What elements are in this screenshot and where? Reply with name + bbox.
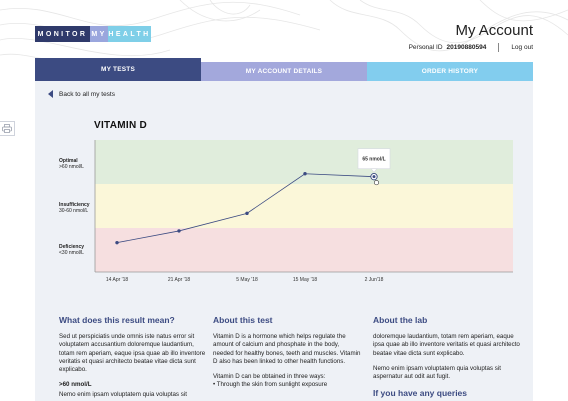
about-lab-section: About the lab doloremque laudantium, tot…	[373, 315, 523, 401]
zone-range-optimal: >60 nmol/L	[59, 164, 84, 170]
about-test-bullet: • Through the skin from sunlight exposur…	[213, 381, 328, 389]
data-point[interactable]	[372, 175, 376, 179]
about-lab-text-2: Nemo enim ipsam voluptatem quia voluptas…	[373, 364, 501, 381]
back-arrow-icon	[48, 90, 53, 98]
printer-icon	[2, 124, 12, 133]
logout-link[interactable]: Log out	[511, 44, 533, 51]
result-text: Sed ut perspiciatis unde omnis iste natu…	[59, 333, 206, 374]
info-columns: What does this result mean? Sed ut persp…	[59, 315, 529, 401]
print-button[interactable]	[0, 121, 15, 136]
x-tick-label: 21 Apr '18	[168, 277, 191, 283]
zone-insufficiency-band	[95, 184, 513, 228]
queries-heading[interactable]: If you have any queries	[373, 388, 523, 398]
page-title: My Account	[455, 22, 533, 39]
zone-range-deficiency: <30 nmol/L	[59, 250, 84, 256]
personal-id-value: 20190880594	[446, 44, 487, 51]
pointer-cursor-icon	[373, 180, 379, 186]
zone-optimal-band	[95, 140, 513, 184]
x-tick-label: 5 May '18	[236, 277, 258, 283]
x-tick-label: 15 May '18	[293, 277, 318, 283]
tooltip-label: 65 nmol/L	[362, 157, 385, 163]
brand-logo[interactable]: MONITOR MY HEALTH	[35, 26, 151, 42]
x-tick-label: 14 Apr '18	[106, 277, 129, 283]
x-tick-label: 2 Jun'18	[365, 277, 384, 283]
tab-my-account-details[interactable]: MY ACCOUNT DETAILS	[201, 62, 367, 81]
logo-health: HEALTH	[108, 26, 151, 42]
test-title: VITAMIN D	[94, 120, 148, 131]
value-tooltip: 65 nmol/L	[357, 148, 391, 173]
logo-monitor: MONITOR	[35, 26, 90, 42]
tab-my-tests[interactable]: MY TESTS	[35, 58, 201, 81]
result-section: What does this result mean? Sed ut persp…	[59, 315, 207, 401]
data-point[interactable]	[177, 229, 181, 233]
divider	[498, 43, 500, 52]
page: MONITOR MY HEALTH My Account Personal ID…	[0, 0, 568, 401]
logo-my: MY	[90, 26, 108, 42]
about-test-heading: About this test	[213, 315, 273, 325]
account-meta: Personal ID 20190880594 Log out	[409, 43, 533, 52]
personal-id-label: Personal ID	[408, 44, 443, 51]
result-subheading: >60 nmol/L	[59, 381, 92, 389]
zone-range-insufficiency: 30-60 nmol/L	[59, 208, 88, 214]
result-text-2: Nemo enim ipsam voluptatem quia voluptas…	[59, 390, 187, 398]
result-heading: What does this result mean?	[59, 315, 175, 325]
back-link-label: Back to all my tests	[59, 90, 115, 98]
about-test-text: Vitamin D is a hormone which helps regul…	[213, 333, 361, 365]
tab-order-history[interactable]: ORDER HISTORY	[367, 62, 533, 81]
about-test-text-2: Vitamin D can be obtained in three ways:	[213, 373, 326, 381]
about-test-section: About this test Vitamin D is a hormone w…	[213, 315, 361, 390]
account-tabs: MY TESTS MY ACCOUNT DETAILS ORDER HISTOR…	[35, 58, 533, 81]
data-point[interactable]	[245, 211, 249, 216]
data-point[interactable]	[303, 172, 307, 176]
back-link[interactable]: Back to all my tests	[48, 90, 115, 98]
vitamin-d-chart: Optimal >60 nmol/L Insufficiency 30-60 n…	[59, 140, 513, 283]
about-lab-heading: About the lab	[373, 315, 428, 325]
data-point[interactable]	[115, 240, 119, 245]
about-lab-text: doloremque laudantium, totam rem aperiam…	[373, 333, 520, 357]
